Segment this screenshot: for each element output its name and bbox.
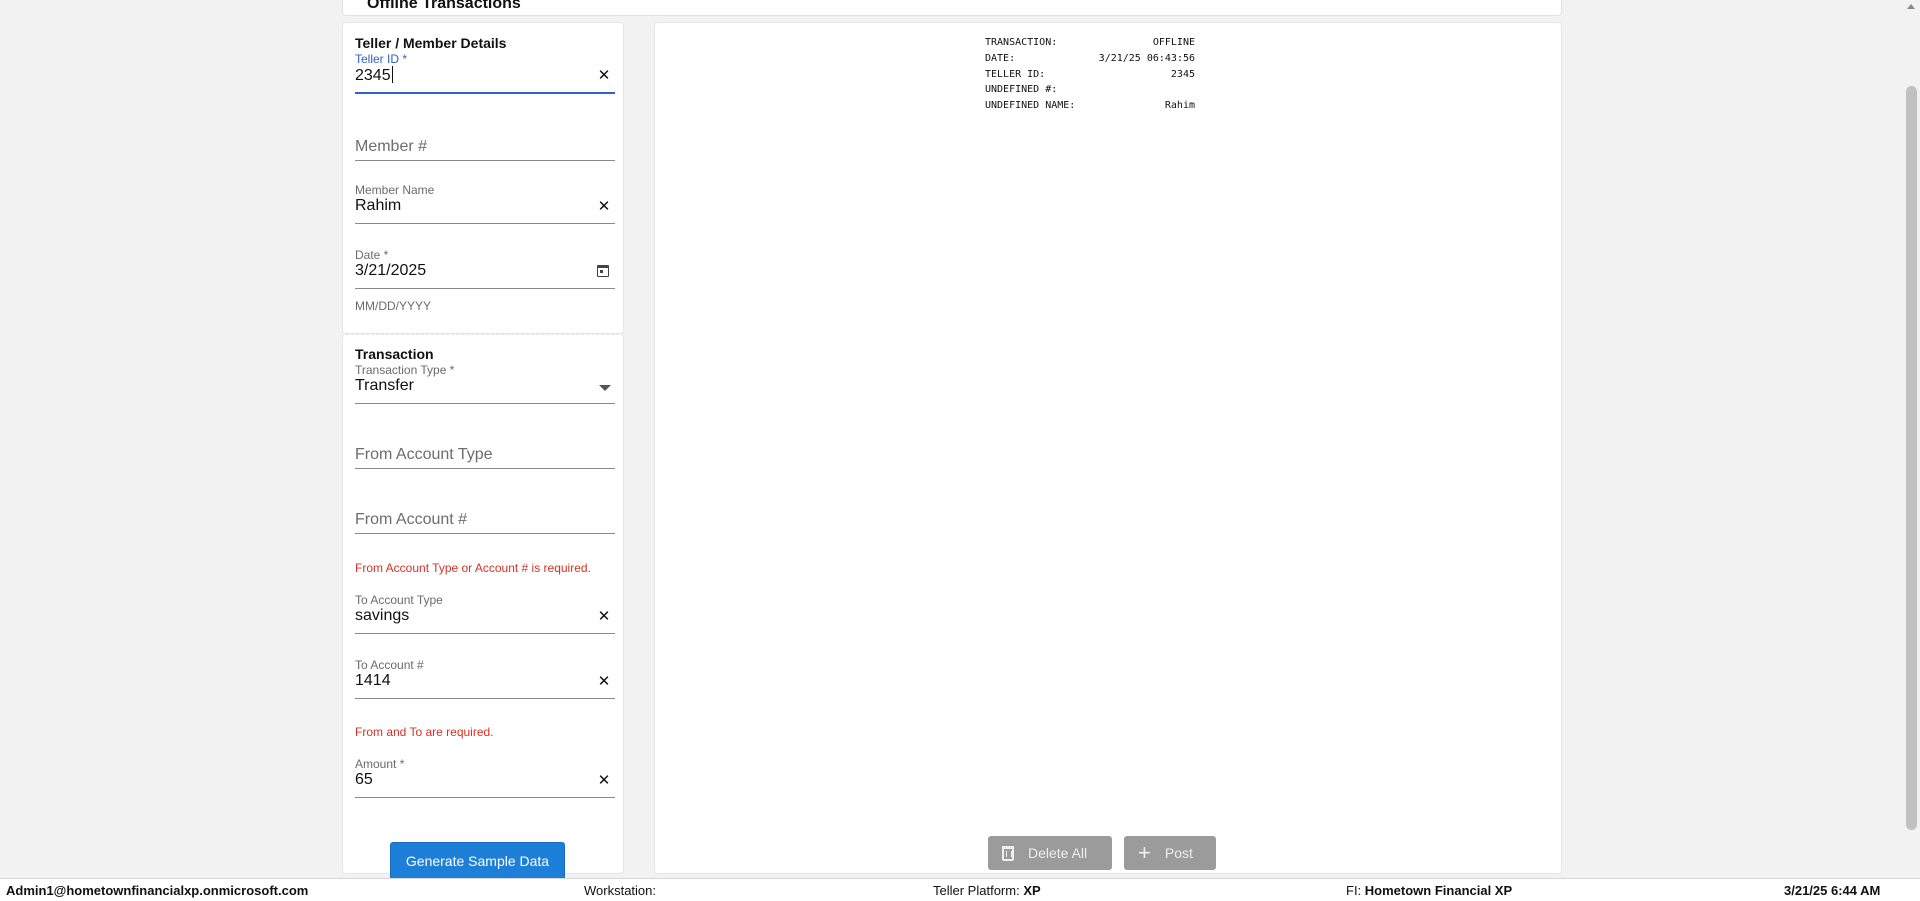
receipt-value: Rahim	[1164, 100, 1195, 112]
to-account-number-input[interactable]: 1414	[355, 672, 391, 690]
teller-section-title: Teller / Member Details	[355, 35, 507, 51]
delete-all-label: Delete All	[1028, 845, 1088, 861]
text-caret	[391, 66, 393, 83]
clear-icon[interactable]: ✕	[597, 674, 611, 689]
from-account-error: From Account Type or Account # is requir…	[355, 561, 591, 575]
receipt-row: UNDEFINED NAME: Rahim	[985, 98, 1195, 114]
teller-member-card: Teller / Member Details Teller ID * 2345…	[342, 22, 624, 334]
from-account-number-input[interactable]: From Account #	[355, 511, 467, 529]
clear-icon[interactable]: ✕	[597, 609, 611, 624]
date-input[interactable]: 3/21/2025	[355, 262, 426, 280]
transaction-type-select[interactable]: Transaction Type * Transfer	[355, 363, 615, 407]
amount-field[interactable]: Amount * 65 ✕	[355, 757, 615, 801]
member-name-field[interactable]: Member Name Rahim ✕	[355, 183, 615, 227]
page-header: Offline Transactions	[342, 0, 1562, 16]
status-user: Admin1@hometownfinancialxp.onmicrosoft.c…	[6, 883, 309, 898]
to-account-number-underline	[355, 698, 615, 699]
teller-id-input[interactable]: 2345	[355, 66, 393, 85]
member-number-underline	[355, 160, 615, 161]
post-button[interactable]: + Post	[1124, 836, 1216, 870]
amount-underline	[355, 797, 615, 798]
scroll-up-arrow-icon[interactable]	[1907, 4, 1915, 9]
date-field[interactable]: Date * 3/21/2025	[355, 248, 615, 292]
receipt-value: OFFLINE	[1152, 37, 1195, 48]
date-underline	[355, 288, 615, 289]
from-account-type-input[interactable]: From Account Type	[355, 446, 493, 464]
teller-id-underline	[355, 92, 615, 94]
member-name-underline	[355, 223, 615, 224]
to-account-number-field[interactable]: To Account # 1414 ✕	[355, 658, 615, 702]
trash-icon	[1002, 845, 1014, 861]
transaction-section-title: Transaction	[355, 346, 434, 362]
teller-id-label: Teller ID *	[355, 52, 408, 66]
from-account-number-underline	[355, 533, 615, 534]
scrollbar-thumb[interactable]	[1906, 86, 1917, 830]
amount-input[interactable]: 65	[355, 771, 373, 789]
clear-icon[interactable]: ✕	[597, 773, 611, 788]
to-account-type-underline	[355, 633, 615, 634]
to-account-type-input[interactable]: savings	[355, 607, 409, 625]
status-fi: FI: Hometown Financial XP	[1346, 883, 1513, 898]
from-account-type-field[interactable]: From Account Type	[355, 428, 615, 472]
vertical-scrollbar[interactable]	[1904, 0, 1920, 880]
date-helper-text: MM/DD/YYYY	[355, 299, 432, 313]
calendar-icon[interactable]	[597, 265, 611, 279]
receipt-preview-card	[654, 22, 1562, 874]
to-account-type-label: To Account Type	[355, 593, 443, 607]
dropdown-arrow-icon[interactable]	[599, 385, 611, 391]
to-account-number-label: To Account #	[355, 658, 424, 672]
receipt-key: UNDEFINED NAME:	[985, 100, 1076, 112]
from-account-number-field[interactable]: From Account #	[355, 493, 615, 537]
transaction-card: Transaction Transaction Type * Transfer …	[342, 334, 624, 874]
receipt-row: TRANSACTION: OFFLINE	[985, 35, 1195, 51]
transaction-type-value[interactable]: Transfer	[355, 377, 414, 395]
post-label: Post	[1164, 845, 1193, 861]
amount-label: Amount *	[355, 757, 405, 771]
page-title: Offline Transactions	[367, 0, 521, 12]
receipt-row: TELLER ID: 2345	[985, 67, 1195, 83]
clear-icon[interactable]: ✕	[597, 68, 611, 83]
status-workstation: Workstation:	[584, 883, 657, 898]
member-name-input[interactable]: Rahim	[355, 197, 401, 215]
receipt-key: DATE:	[985, 52, 1016, 64]
from-to-error: From and To are required.	[355, 725, 494, 739]
status-bar: Admin1@hometownfinancialxp.onmicrosoft.c…	[0, 878, 1920, 901]
teller-id-field[interactable]: Teller ID * 2345 ✕	[355, 52, 615, 96]
receipt-key: UNDEFINED #:	[985, 84, 1058, 96]
transaction-type-underline	[355, 403, 615, 404]
date-label: Date *	[355, 248, 389, 262]
transaction-type-label: Transaction Type *	[355, 363, 455, 377]
member-name-label: Member Name	[355, 183, 435, 197]
generate-sample-data-button[interactable]: Generate Sample Data	[390, 842, 565, 880]
clear-icon[interactable]: ✕	[597, 199, 611, 214]
from-account-type-underline	[355, 468, 615, 469]
receipt-key: TRANSACTION:	[985, 37, 1058, 48]
member-number-field[interactable]: Member #	[355, 120, 615, 164]
receipt-value: 2345	[1170, 68, 1195, 80]
receipt-row: DATE: 3/21/25 06:43:56	[985, 51, 1195, 67]
member-number-input[interactable]: Member #	[355, 138, 427, 156]
plus-icon: +	[1138, 840, 1151, 865]
to-account-type-field[interactable]: To Account Type savings ✕	[355, 593, 615, 637]
status-platform: Teller Platform: XP	[933, 883, 1041, 898]
receipt-preview: TRANSACTION: OFFLINE DATE: 3/21/25 06:43…	[985, 35, 1195, 114]
receipt-key: TELLER ID:	[985, 68, 1046, 80]
receipt-row: UNDEFINED #:	[985, 82, 1195, 98]
receipt-value: 3/21/25 06:43:56	[1098, 52, 1195, 64]
status-datetime: 3/21/25 6:44 AM	[1784, 883, 1881, 898]
delete-all-button[interactable]: Delete All	[988, 836, 1112, 870]
